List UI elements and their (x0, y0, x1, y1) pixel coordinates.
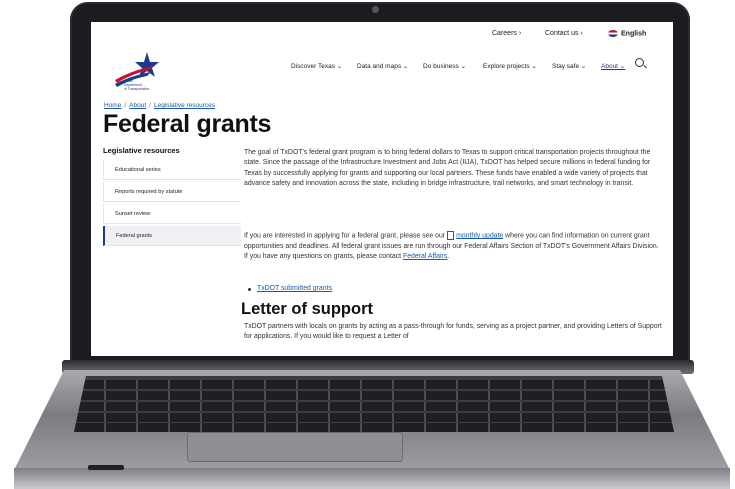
letter-paragraph: TxDOT partners with locals on grants by … (244, 323, 662, 341)
apply-text: If you are interested in applying for a … (244, 232, 446, 240)
nav-stay-safe[interactable]: Stay safe ⌄ (552, 62, 586, 70)
breadcrumb-home[interactable]: Home (104, 102, 121, 109)
flag-icon (608, 30, 618, 37)
apply-text-end: . (447, 252, 450, 260)
sidebar-item-federal-grants[interactable]: Federal grants (103, 226, 241, 246)
language-label: English (621, 30, 647, 38)
sidebar-item-educational-series[interactable]: Educational series (103, 160, 241, 180)
key-row (74, 423, 674, 432)
webcam (372, 6, 379, 13)
monthly-update-link[interactable]: monthly update (456, 232, 503, 239)
trackpad (187, 432, 403, 462)
apply-paragraph: If you are interested in applying for a … (244, 231, 662, 262)
laptop-scene: Careers › Contact us › English Texas Dep… (0, 0, 735, 489)
keyboard (74, 376, 674, 432)
page-title: Federal grants (103, 110, 272, 138)
careers-link[interactable]: Careers › (492, 30, 521, 37)
logo-text: Texas Department of Transportation (124, 79, 149, 91)
federal-affairs-link[interactable]: Federal Affairs (403, 253, 447, 260)
breadcrumb: Home / About / Legislative resources (104, 102, 215, 109)
key-row (74, 391, 674, 400)
section-heading: Letter of support (241, 300, 373, 318)
logo-line: of Transportation (124, 87, 150, 91)
nav-discover-texas[interactable]: Discover Texas ⌄ (291, 62, 342, 70)
document-icon (447, 231, 455, 240)
sidebar-item-reports[interactable]: Reports required by statute (103, 182, 241, 202)
key-row (74, 380, 674, 389)
utility-bar: Careers › Contact us › English (91, 22, 673, 44)
txdot-submitted-grants-link[interactable]: TxDOT submitted grants (257, 285, 332, 292)
contact-link[interactable]: Contact us › (545, 30, 583, 37)
laptop-front-edge (14, 468, 730, 489)
search-icon[interactable] (635, 58, 644, 67)
key-row (74, 402, 674, 411)
side-port (88, 465, 124, 470)
browser-viewport: Careers › Contact us › English Texas Dep… (91, 22, 673, 356)
breadcrumb-current[interactable]: Legislative resources (154, 102, 215, 109)
nav-explore-projects[interactable]: Explore projects ⌄ (483, 62, 537, 70)
key-row (74, 413, 674, 422)
breadcrumb-about[interactable]: About (129, 102, 146, 109)
nav-about[interactable]: About ⌄ (601, 62, 625, 70)
sidebar-title: Legislative resources (103, 146, 180, 155)
language-selector[interactable]: English (608, 30, 646, 37)
sidebar-item-sunset-review[interactable]: Sunset review (103, 204, 241, 224)
breadcrumb-separator: / (124, 102, 127, 109)
intro-paragraph: The goal of TxDOT's federal grant progra… (244, 149, 651, 187)
nav-do-business[interactable]: Do business ⌄ (423, 62, 466, 70)
breadcrumb-separator: / (149, 102, 151, 109)
bullet-dot (248, 288, 251, 291)
nav-data-and-maps[interactable]: Data and maps ⌄ (357, 62, 408, 70)
